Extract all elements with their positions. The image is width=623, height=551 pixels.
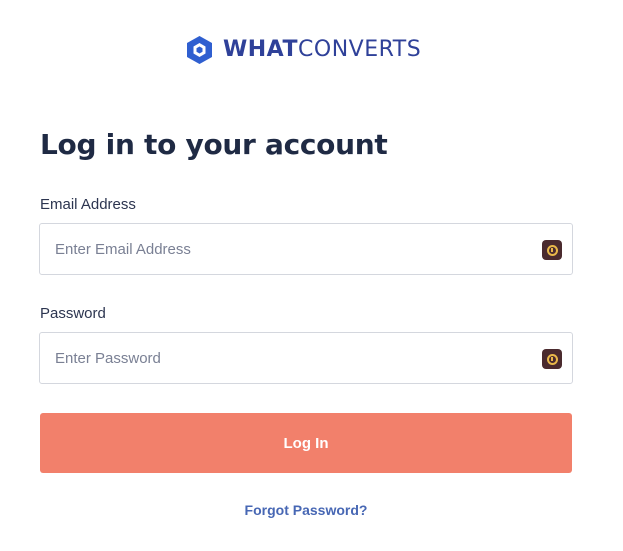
password-input[interactable] bbox=[40, 333, 572, 383]
password-label: Password bbox=[40, 305, 106, 322]
login-button[interactable]: Log In bbox=[40, 413, 572, 473]
password-manager-icon[interactable] bbox=[542, 240, 562, 260]
login-page: WHATCONVERTS Log in to your account Emai… bbox=[0, 0, 623, 551]
email-field-wrapper bbox=[39, 223, 573, 275]
forgot-password-link[interactable]: Forgot Password? bbox=[0, 502, 612, 518]
brand-name-bold: WHAT bbox=[223, 37, 299, 62]
brand-wordmark: WHATCONVERTS bbox=[223, 35, 421, 65]
password-field-wrapper bbox=[39, 332, 573, 384]
hexagon-logo-icon bbox=[187, 36, 212, 64]
page-title: Log in to your account bbox=[40, 128, 388, 161]
email-label: Email Address bbox=[40, 196, 136, 213]
brand-logo[interactable]: WHATCONVERTS bbox=[186, 34, 421, 66]
password-manager-icon[interactable] bbox=[542, 349, 562, 369]
email-input[interactable] bbox=[40, 224, 572, 274]
brand-name-light: CONVERTS bbox=[298, 37, 422, 62]
